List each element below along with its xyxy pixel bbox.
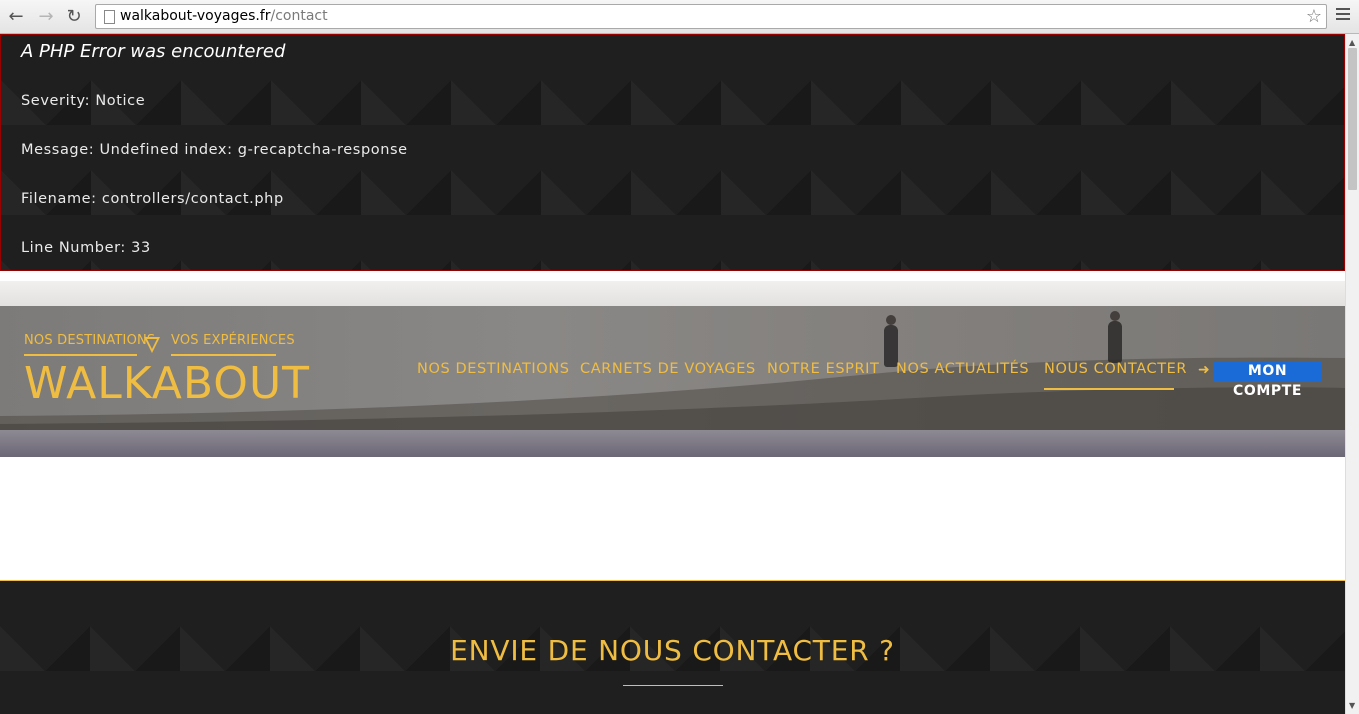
- url-text: walkabout-voyages.fr/contact: [120, 8, 328, 24]
- scroll-down-icon[interactable]: ▼: [1349, 701, 1355, 710]
- page-icon: [104, 10, 115, 24]
- error-filename: Filename: controllers/contact.php: [21, 191, 284, 207]
- runner-figure-right: [1108, 311, 1122, 363]
- url-domain: walkabout-voyages.fr: [120, 8, 271, 24]
- error-message: Message: Undefined index: g-recaptcha-re…: [21, 142, 408, 158]
- error-line-number: Line Number: 33: [21, 240, 151, 256]
- logo-wordmark: WALKABOUT: [24, 358, 311, 409]
- star-icon[interactable]: ☆: [1306, 6, 1322, 27]
- address-bar[interactable]: walkabout-voyages.fr/contact ☆: [95, 4, 1327, 29]
- reload-icon[interactable]: ↻: [63, 6, 85, 28]
- page-scrollbar[interactable]: ▲ ▼: [1345, 34, 1359, 714]
- browser-toolbar: ← → ↻ walkabout-voyages.fr/contact ☆: [0, 0, 1359, 34]
- walkabout-logo[interactable]: NOS DESTINATIONS VOS EXPÉRIENCES WALKABO…: [24, 333, 309, 408]
- error-title: A PHP Error was encountered: [21, 41, 286, 62]
- nav-nous-contacter[interactable]: NOUS CONTACTER: [1044, 361, 1187, 377]
- nav-carnets-de-voyages[interactable]: CARNETS DE VOYAGES: [580, 361, 756, 377]
- php-error-box: A PHP Error was encountered Severity: No…: [0, 34, 1345, 271]
- scroll-up-icon[interactable]: ▲: [1349, 38, 1355, 47]
- sign-in-icon[interactable]: ➜: [1198, 362, 1210, 378]
- mon-compte-button[interactable]: MON COMPTE: [1214, 361, 1321, 399]
- nav-nos-actualites[interactable]: NOS ACTUALITÉS: [896, 361, 1029, 377]
- nav-nos-destinations[interactable]: NOS DESTINATIONS: [417, 361, 570, 377]
- content-spacer: [0, 457, 1345, 581]
- scrollbar-thumb[interactable]: [1348, 48, 1357, 190]
- contact-section: ENVIE DE NOUS CONTACTER ?: [0, 581, 1345, 714]
- contact-heading: ENVIE DE NOUS CONTACTER ?: [450, 634, 895, 667]
- url-path: /contact: [270, 8, 328, 24]
- nav-notre-esprit[interactable]: NOTRE ESPRIT: [767, 361, 879, 377]
- hero-sky: [0, 281, 1345, 306]
- arrow-right-icon[interactable]: →: [35, 6, 57, 28]
- error-severity: Severity: Notice: [21, 93, 146, 109]
- hamburger-menu-icon[interactable]: [1336, 8, 1350, 23]
- logo-right-tagline: VOS EXPÉRIENCES: [171, 333, 295, 348]
- logo-triangle-icon: [144, 337, 160, 353]
- logo-rule-left: [24, 354, 137, 356]
- nav-active-underline: [1044, 388, 1174, 390]
- logo-left-tagline: NOS DESTINATIONS: [24, 333, 156, 348]
- contact-heading-rule: [623, 685, 723, 686]
- hero-beach: [0, 430, 1345, 457]
- arrow-left-icon[interactable]: ←: [5, 6, 27, 28]
- logo-rule-right: [171, 354, 276, 356]
